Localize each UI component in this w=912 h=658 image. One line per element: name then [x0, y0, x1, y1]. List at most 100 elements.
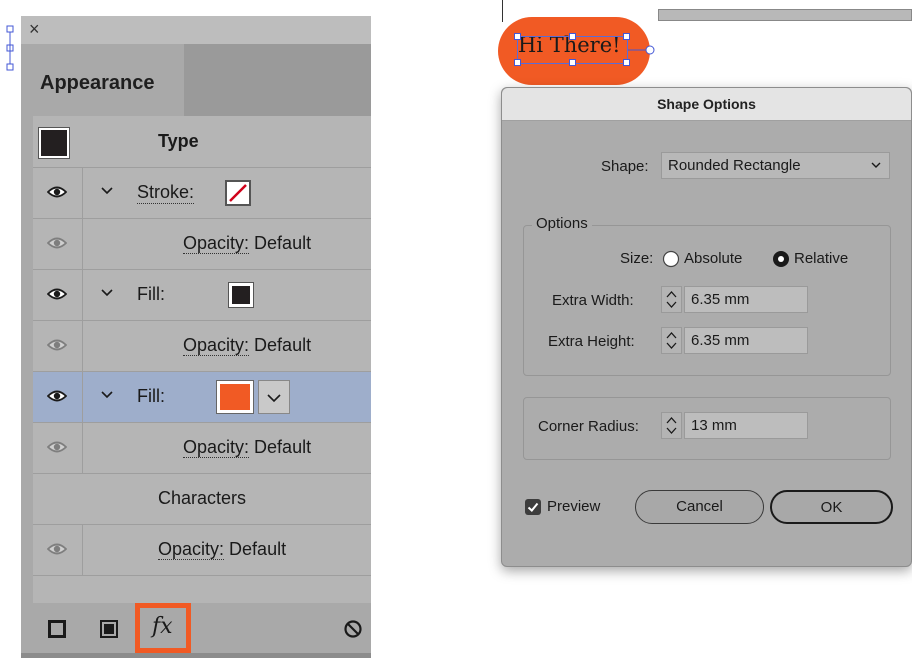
- selection-handle[interactable]: [514, 59, 521, 66]
- corner-radius-input[interactable]: 13 mm: [684, 412, 808, 439]
- shape-label: Shape:: [601, 158, 649, 175]
- text-threading-handle-icon[interactable]: [628, 44, 656, 56]
- type-color-swatch[interactable]: [38, 127, 70, 159]
- fill-color-swatch[interactable]: [228, 282, 254, 308]
- opacity-link[interactable]: Opacity:: [183, 233, 250, 254]
- characters-opacity-row[interactable]: Opacity: Default: [33, 524, 371, 576]
- stroke-row[interactable]: Stroke:: [33, 167, 371, 219]
- add-stroke-icon[interactable]: [48, 620, 66, 638]
- eye-icon: [47, 288, 67, 300]
- chevron-down-icon[interactable]: [101, 390, 113, 400]
- visibility-toggle[interactable]: [33, 168, 83, 219]
- eye-icon: [47, 339, 67, 351]
- fill-label: Fill:: [137, 386, 165, 406]
- type-row[interactable]: Type: [33, 116, 371, 167]
- clear-appearance-icon[interactable]: [343, 619, 363, 639]
- visibility-toggle[interactable]: [33, 372, 83, 423]
- chevron-down-icon: [267, 394, 281, 403]
- tab-appearance[interactable]: Appearance: [21, 44, 185, 116]
- panel-footer: fx: [21, 603, 371, 658]
- shape-select-value: Rounded Rectangle: [668, 157, 801, 174]
- tab-strip: [184, 44, 371, 116]
- stroke-link[interactable]: Stroke:: [137, 182, 195, 204]
- eye-icon: [47, 441, 67, 453]
- visibility-toggle[interactable]: [33, 525, 83, 576]
- fill-opacity-row[interactable]: Opacity: Default: [33, 320, 371, 372]
- radio-relative-label: Relative: [794, 250, 849, 267]
- tab-appearance-label: Appearance: [40, 72, 155, 94]
- characters-row[interactable]: Characters: [33, 473, 371, 525]
- panel-title-bar: [21, 16, 371, 44]
- appearance-list: Type Stroke: Opacity: Default Fill: Opac…: [33, 116, 371, 603]
- dialog-title: Shape Options: [657, 96, 756, 112]
- eye-icon: [47, 186, 67, 198]
- opacity-link[interactable]: Opacity:: [158, 539, 225, 560]
- fill-color: [232, 286, 250, 304]
- checkmark-icon: [527, 502, 539, 512]
- radio-relative[interactable]: [772, 250, 790, 268]
- selection-handle[interactable]: [569, 59, 576, 66]
- shape-select[interactable]: Rounded Rectangle: [661, 152, 890, 179]
- opacity-value: Default: [254, 437, 312, 457]
- chevron-down-icon[interactable]: [101, 186, 113, 196]
- cancel-button[interactable]: Cancel: [635, 490, 764, 524]
- appearance-panel: × Appearance Type Stroke: Opacity: Defau…: [21, 16, 371, 658]
- fx-highlight[interactable]: fx: [135, 603, 191, 653]
- anchor-handles-icon: [6, 25, 14, 71]
- fill-row[interactable]: Fill:: [33, 269, 371, 321]
- visibility-toggle[interactable]: [33, 321, 83, 372]
- selection-handle[interactable]: [514, 33, 521, 40]
- visibility-toggle[interactable]: [33, 270, 83, 321]
- ok-button[interactable]: OK: [770, 490, 893, 524]
- stepper-arrows-icon: [666, 417, 677, 434]
- type-label: Type: [158, 131, 199, 151]
- radio-absolute[interactable]: [662, 250, 680, 268]
- corner-radius-label: Corner Radius:: [538, 418, 639, 435]
- preview-checkbox[interactable]: [525, 499, 541, 515]
- characters-label: Characters: [158, 488, 247, 508]
- visibility-toggle[interactable]: [33, 219, 83, 270]
- stroke-opacity-row[interactable]: Opacity: Default: [33, 218, 371, 270]
- eye-icon: [47, 543, 67, 555]
- empty-row: [33, 575, 371, 604]
- fill-color: [220, 384, 250, 410]
- visibility-toggle[interactable]: [33, 423, 83, 474]
- fill-row-selected[interactable]: Fill:: [33, 371, 371, 423]
- opacity-value: Default: [254, 233, 312, 253]
- fx-icon: fx: [152, 614, 173, 639]
- add-fill-icon[interactable]: [100, 620, 118, 638]
- guide-line: [502, 0, 503, 22]
- opacity-value: Default: [254, 335, 312, 355]
- none-color-icon: [229, 184, 247, 202]
- extra-height-input[interactable]: 6.35 mm: [684, 327, 808, 354]
- extra-width-input[interactable]: 6.35 mm: [684, 286, 808, 313]
- fill-opacity-row[interactable]: Opacity: Default: [33, 422, 371, 474]
- opacity-value: Default: [229, 539, 287, 559]
- shape-options-dialog: Shape Options Shape: Rounded Rectangle O…: [501, 87, 912, 567]
- selection-handle[interactable]: [569, 33, 576, 40]
- stepper-arrows-icon: [666, 291, 677, 308]
- scrollbar[interactable]: [658, 9, 912, 21]
- preview-label: Preview: [547, 498, 601, 515]
- selection-box[interactable]: [514, 33, 630, 66]
- extra-width-stepper[interactable]: [661, 286, 682, 313]
- chevron-down-icon: [871, 162, 881, 168]
- corner-radius-stepper[interactable]: [661, 412, 682, 439]
- opacity-link[interactable]: Opacity:: [183, 335, 250, 356]
- selection-handle[interactable]: [623, 33, 630, 40]
- fill-color-swatch[interactable]: [216, 380, 254, 414]
- panel-resize-strip[interactable]: [21, 653, 371, 658]
- radio-absolute-label: Absolute: [684, 250, 743, 267]
- size-label: Size:: [620, 250, 654, 267]
- opacity-link[interactable]: Opacity:: [183, 437, 250, 458]
- extra-height-label: Extra Height:: [548, 333, 635, 350]
- options-group-label: Options: [532, 215, 592, 232]
- selection-handle[interactable]: [623, 59, 630, 66]
- close-panel-button[interactable]: ×: [29, 20, 40, 38]
- swatch-dropdown-button[interactable]: [258, 380, 290, 414]
- chevron-down-icon[interactable]: [101, 288, 113, 298]
- extra-width-label: Extra Width:: [552, 292, 634, 309]
- fill-label: Fill:: [137, 284, 165, 304]
- extra-height-stepper[interactable]: [661, 327, 682, 354]
- stroke-color-swatch[interactable]: [225, 180, 251, 206]
